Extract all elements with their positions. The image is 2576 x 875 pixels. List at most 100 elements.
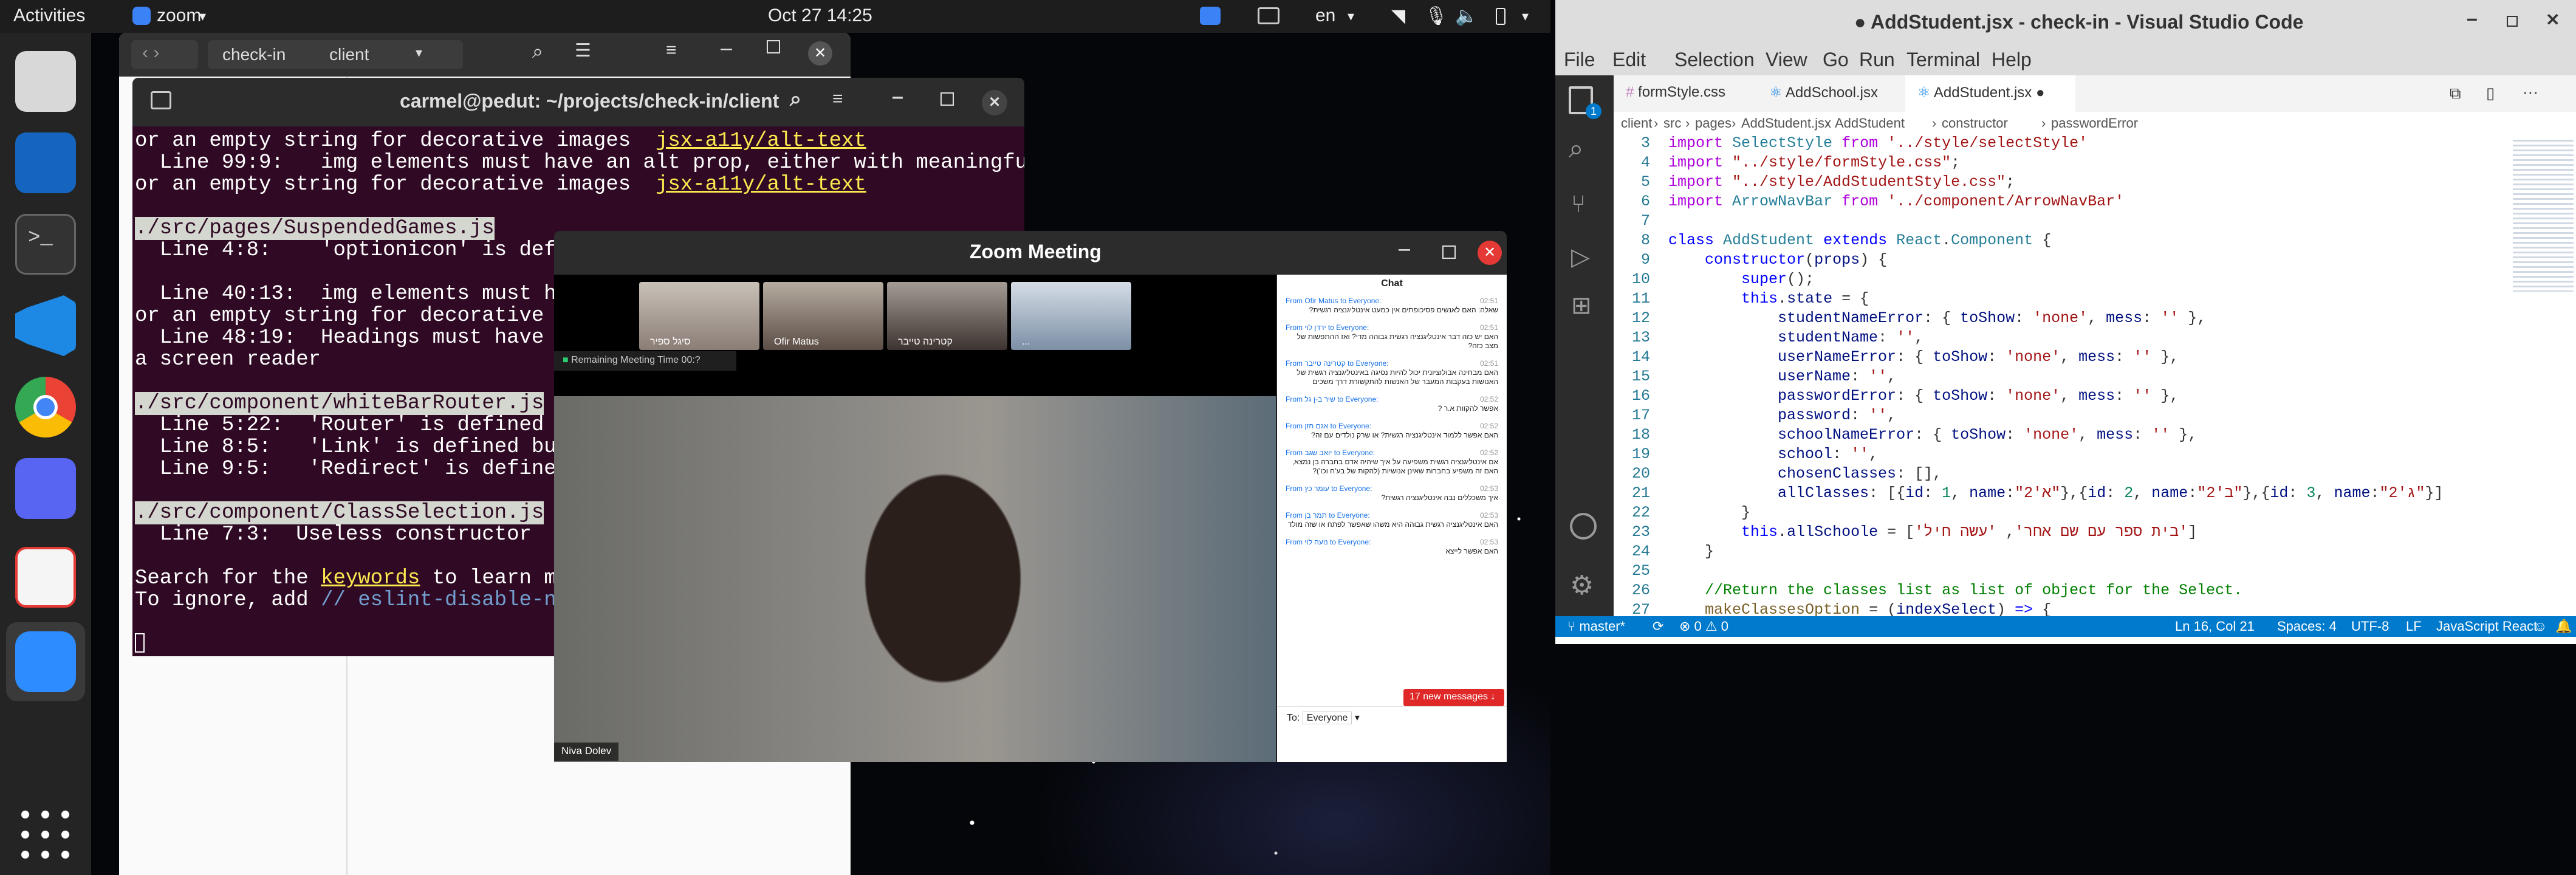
close-icon[interactable]: ✕: [982, 90, 1007, 115]
encoding[interactable]: UTF-8: [2351, 619, 2389, 634]
tab-addschool[interactable]: ⚛ AddSchool.jsx: [1757, 75, 1905, 112]
chevron-down-icon[interactable]: ▾: [1522, 9, 1529, 24]
participant-thumbnail[interactable]: סיגל ספיר: [639, 282, 759, 350]
menu-icon[interactable]: ≡: [832, 89, 843, 109]
menu-item-selection[interactable]: Selection: [1674, 49, 1755, 71]
menu-item-run[interactable]: Run: [1859, 49, 1895, 71]
feedback-icon[interactable]: ☺: [2533, 619, 2547, 634]
show-apps-icon[interactable]: [15, 805, 76, 865]
document-viewer-icon[interactable]: [15, 132, 76, 193]
files-app-icon[interactable]: [15, 51, 76, 112]
indentation[interactable]: Spaces: 4: [2277, 619, 2337, 634]
minimize-icon[interactable]: –: [1399, 237, 1410, 261]
recipient-select[interactable]: Everyone: [1302, 712, 1352, 724]
language-mode[interactable]: JavaScript React: [2436, 619, 2537, 634]
chat-time: 02:51: [1479, 323, 1498, 332]
close-icon[interactable]: ✕: [1478, 241, 1502, 265]
minimize-icon[interactable]: –: [892, 85, 903, 109]
breadcrumb-item[interactable]: passwordError: [2051, 115, 2138, 131]
volume-icon[interactable]: 🔈: [1455, 5, 1478, 27]
problems-indicator[interactable]: ⊗ 0 ⚠ 0: [1679, 619, 1728, 634]
breadcrumb-item[interactable]: src: [1663, 115, 1681, 131]
wifi-icon[interactable]: ◥: [1391, 5, 1405, 27]
minimize-icon[interactable]: –: [721, 36, 732, 60]
search-icon[interactable]: ⌕: [1569, 134, 1584, 164]
terminal-title: carmel@pedut: ~/projects/check-in/client: [400, 90, 779, 112]
more-actions-icon[interactable]: ···: [2523, 83, 2538, 101]
chat-message: From תמר בן to Everyone: 02:53 האם אינטליג…: [1286, 511, 1498, 529]
breadcrumb-item[interactable]: constructor: [1942, 115, 2008, 131]
terminal-line: or an empty string for decorative images: [135, 173, 656, 196]
path-check-in[interactable]: check-in: [222, 45, 286, 64]
activities-button[interactable]: Activities: [13, 5, 85, 26]
breadcrumb-item[interactable]: client: [1621, 115, 1652, 131]
chat-time: 02:53: [1479, 511, 1498, 520]
participant-thumbnail[interactable]: קטרינה טייבר: [887, 282, 1007, 350]
breadcrumb-item[interactable]: AddStudent: [1835, 115, 1905, 131]
new-messages-badge[interactable]: 17 new messages ↓: [1403, 689, 1504, 706]
maximize-icon[interactable]: [767, 40, 780, 53]
active-speaker-video[interactable]: [554, 396, 1276, 762]
vscode-app-icon[interactable]: [15, 295, 76, 356]
extensions-icon[interactable]: ⊞: [1571, 292, 1592, 320]
close-icon[interactable]: ✕: [2546, 10, 2560, 30]
text-editor-app-icon[interactable]: [15, 547, 76, 608]
menu-item-go[interactable]: Go: [1823, 49, 1849, 71]
view-list-icon[interactable]: ☰: [575, 40, 591, 61]
discord-app-icon[interactable]: [15, 458, 76, 519]
zoom-tray-icon[interactable]: [1200, 7, 1221, 25]
run-debug-icon[interactable]: ▷: [1571, 243, 1590, 271]
menu-item-terminal[interactable]: Terminal: [1906, 49, 1980, 71]
screen-icon[interactable]: [1258, 7, 1279, 24]
chat-panel[interactable]: Chat From Ofir Matus to Everyone: 02:51 שא…: [1277, 275, 1507, 762]
app-menu[interactable]: zoom: [157, 5, 201, 26]
bell-icon[interactable]: 🔔: [2555, 619, 2572, 634]
zoom-meeting-window[interactable]: Zoom Meeting – ✕ סיגל ספיר Ofir Matus קט…: [554, 231, 1507, 762]
terminal-app-icon[interactable]: >_: [15, 214, 76, 275]
menu-item-edit[interactable]: Edit: [1612, 49, 1646, 71]
minimize-icon[interactable]: –: [2467, 7, 2478, 30]
cursor-position[interactable]: Ln 16, Col 21: [2175, 619, 2255, 634]
split-editor-icon[interactable]: ⧉: [2450, 84, 2461, 103]
code-editor[interactable]: 3 import SelectStyle from '../style/selec…: [1614, 134, 2576, 619]
clock[interactable]: Oct 27 14:25: [768, 5, 872, 26]
breadcrumb-item[interactable]: AddStudent.jsx: [1741, 115, 1831, 131]
path-bar[interactable]: check-in client ▾: [208, 40, 463, 69]
gear-icon[interactable]: ⚙: [1570, 570, 1594, 601]
maximize-icon[interactable]: [940, 92, 954, 106]
breadcrumb-item[interactable]: pages: [1695, 115, 1732, 131]
chrome-app-icon[interactable]: [15, 377, 76, 437]
maximize-icon[interactable]: [2507, 16, 2518, 27]
language-indicator[interactable]: en: [1315, 5, 1335, 26]
back-forward-buttons[interactable]: ‹ ›: [131, 40, 198, 69]
zoom-title: Zoom Meeting: [970, 241, 1101, 262]
menu-item-view[interactable]: View: [1766, 49, 1807, 71]
source-control-icon[interactable]: ⑂: [1571, 191, 1586, 218]
participant-thumbnail[interactable]: ...: [1011, 282, 1131, 350]
new-tab-icon[interactable]: [151, 91, 171, 109]
menu-item-help[interactable]: Help: [1992, 49, 2032, 71]
file-heading: ./src/component/ClassSelection.js: [135, 501, 544, 524]
zoom-dock-icon[interactable]: [15, 631, 76, 692]
maximize-icon[interactable]: [1442, 245, 1456, 259]
layout-icon[interactable]: ▯: [2486, 84, 2495, 103]
microphone-icon[interactable]: 🎙: [1425, 5, 1448, 27]
chat-input-area[interactable]: To: Everyone ▾: [1277, 706, 1507, 762]
menu-item-file[interactable]: File: [1564, 49, 1595, 71]
chevron-down-icon[interactable]: ▾: [416, 45, 422, 61]
close-icon[interactable]: ✕: [808, 41, 832, 66]
menu-icon[interactable]: ≡: [666, 40, 677, 61]
search-icon[interactable]: ⌕: [532, 40, 543, 63]
account-icon[interactable]: [1570, 513, 1597, 540]
branch-indicator[interactable]: ⑂ master*: [1567, 619, 1625, 634]
sync-icon[interactable]: ⟳: [1653, 619, 1663, 634]
chat-sender: From Ofir Matus to Everyone:: [1286, 297, 1382, 305]
tab-addstudent[interactable]: ⚛ AddStudent.jsx ●: [1905, 75, 2075, 112]
path-client[interactable]: client: [329, 45, 369, 64]
line-ending[interactable]: LF: [2406, 619, 2422, 634]
tab-formstyle[interactable]: # formStyle.css: [1614, 75, 1757, 112]
battery-icon[interactable]: [1496, 8, 1506, 25]
participant-thumbnail[interactable]: Ofir Matus: [763, 282, 883, 350]
search-icon[interactable]: ⌕: [790, 88, 801, 111]
vscode-window[interactable]: ● AddStudent.jsx - check-in - Visual Stu…: [1555, 0, 2576, 644]
